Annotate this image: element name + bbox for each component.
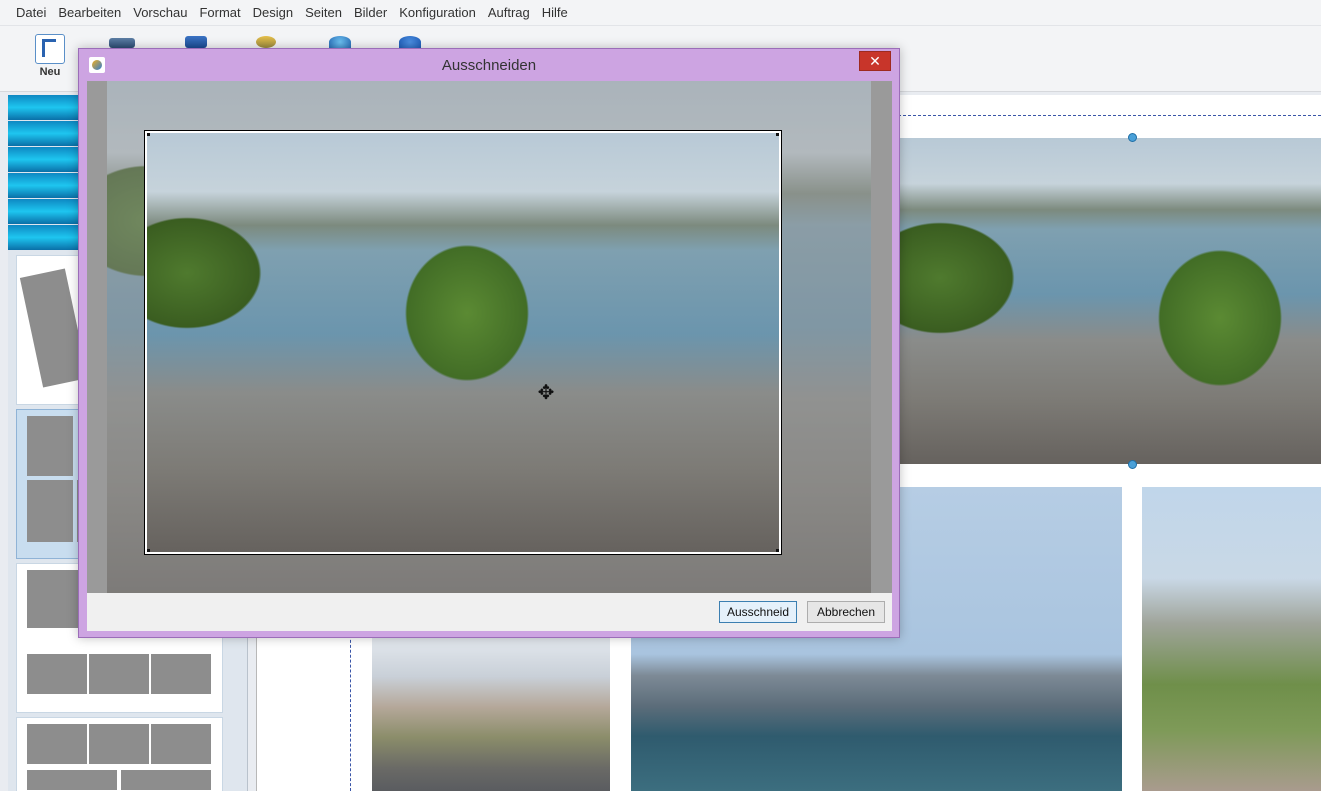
internet-icon (329, 36, 351, 48)
crop-corner-handle[interactable] (776, 133, 779, 136)
menu-seiten[interactable]: Seiten (299, 5, 348, 20)
close-button[interactable]: ✕ (859, 51, 891, 71)
layout-placeholder (27, 480, 73, 542)
crop-corner-handle[interactable] (776, 549, 779, 552)
dialog-title: Ausschneiden (441, 57, 537, 74)
crop-selection[interactable] (144, 130, 782, 555)
dialog-titlebar[interactable]: Ausschneiden ✕ (79, 49, 899, 81)
help-icon (399, 36, 421, 48)
menu-design[interactable]: Design (247, 5, 299, 20)
resize-handle[interactable] (1128, 133, 1137, 142)
layout-placeholder (121, 770, 211, 790)
layout-placeholder (27, 654, 87, 694)
layout-placeholder (27, 416, 73, 476)
crop-dialog: Ausschneiden ✕ ✥ Ausschneid Abbrechen (78, 48, 900, 638)
page-guide-line (350, 630, 351, 791)
open-icon (109, 38, 135, 48)
layout-placeholder (27, 770, 117, 790)
layout-placeholder (151, 654, 211, 694)
menu-bar: Datei Bearbeiten Vorschau Format Design … (0, 0, 1321, 26)
menu-bearbeiten[interactable]: Bearbeiten (52, 5, 127, 20)
layout-placeholder (89, 724, 149, 764)
photo-lombard[interactable] (1142, 487, 1321, 791)
menu-datei[interactable]: Datei (10, 5, 52, 20)
menu-format[interactable]: Format (193, 5, 246, 20)
menu-bilder[interactable]: Bilder (348, 5, 393, 20)
crop-ok-button[interactable]: Ausschneid (719, 601, 797, 623)
layout-placeholder (151, 724, 211, 764)
new-button[interactable]: Neu (22, 30, 78, 88)
new-label: Neu (39, 66, 61, 78)
photo-main[interactable] (900, 138, 1321, 464)
save-icon (185, 36, 207, 48)
crop-corner-handle[interactable] (147, 549, 150, 552)
menu-auftrag[interactable]: Auftrag (482, 5, 536, 20)
layout-thumbnail[interactable] (16, 717, 223, 791)
crop-corner-handle[interactable] (147, 133, 150, 136)
dialog-body: ✥ Ausschneid Abbrechen (87, 81, 892, 631)
page-strip (8, 95, 78, 251)
menu-konfiguration[interactable]: Konfiguration (393, 5, 482, 20)
menu-vorschau[interactable]: Vorschau (127, 5, 193, 20)
print-icon (256, 36, 276, 48)
new-document-icon (35, 34, 65, 64)
move-cursor-icon: ✥ (537, 382, 555, 404)
resize-handle[interactable] (1128, 460, 1137, 469)
page-guide-line (898, 115, 1321, 116)
cancel-button[interactable]: Abbrechen (807, 601, 885, 623)
menu-hilfe[interactable]: Hilfe (536, 5, 574, 20)
layout-placeholder (27, 724, 87, 764)
photo-street[interactable] (372, 638, 610, 791)
crop-area: ✥ (87, 81, 892, 593)
layout-placeholder (89, 654, 149, 694)
